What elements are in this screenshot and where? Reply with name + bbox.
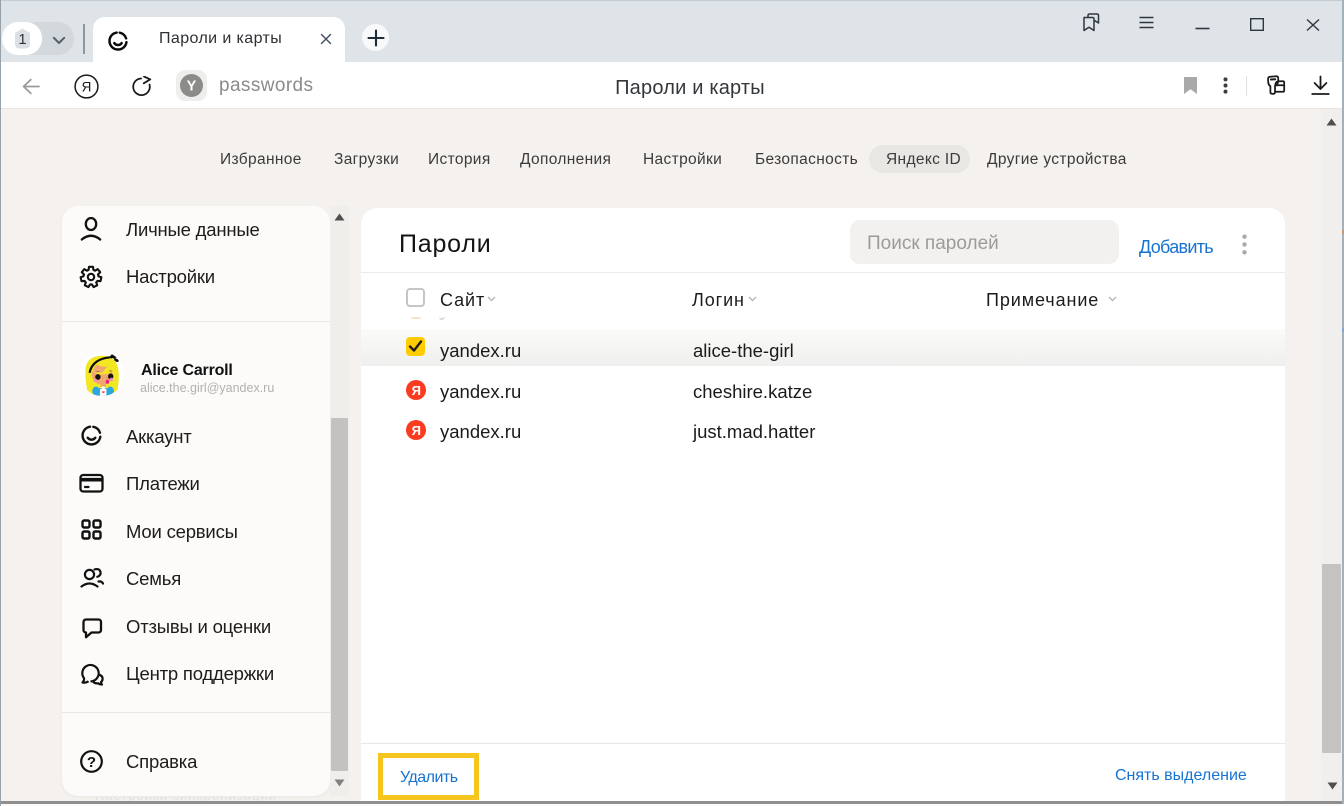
svg-text:?: ? [87, 754, 96, 771]
svg-text:Я: Я [412, 383, 421, 398]
svg-text:Я: Я [412, 423, 421, 438]
svg-text:1: 1 [18, 32, 26, 48]
